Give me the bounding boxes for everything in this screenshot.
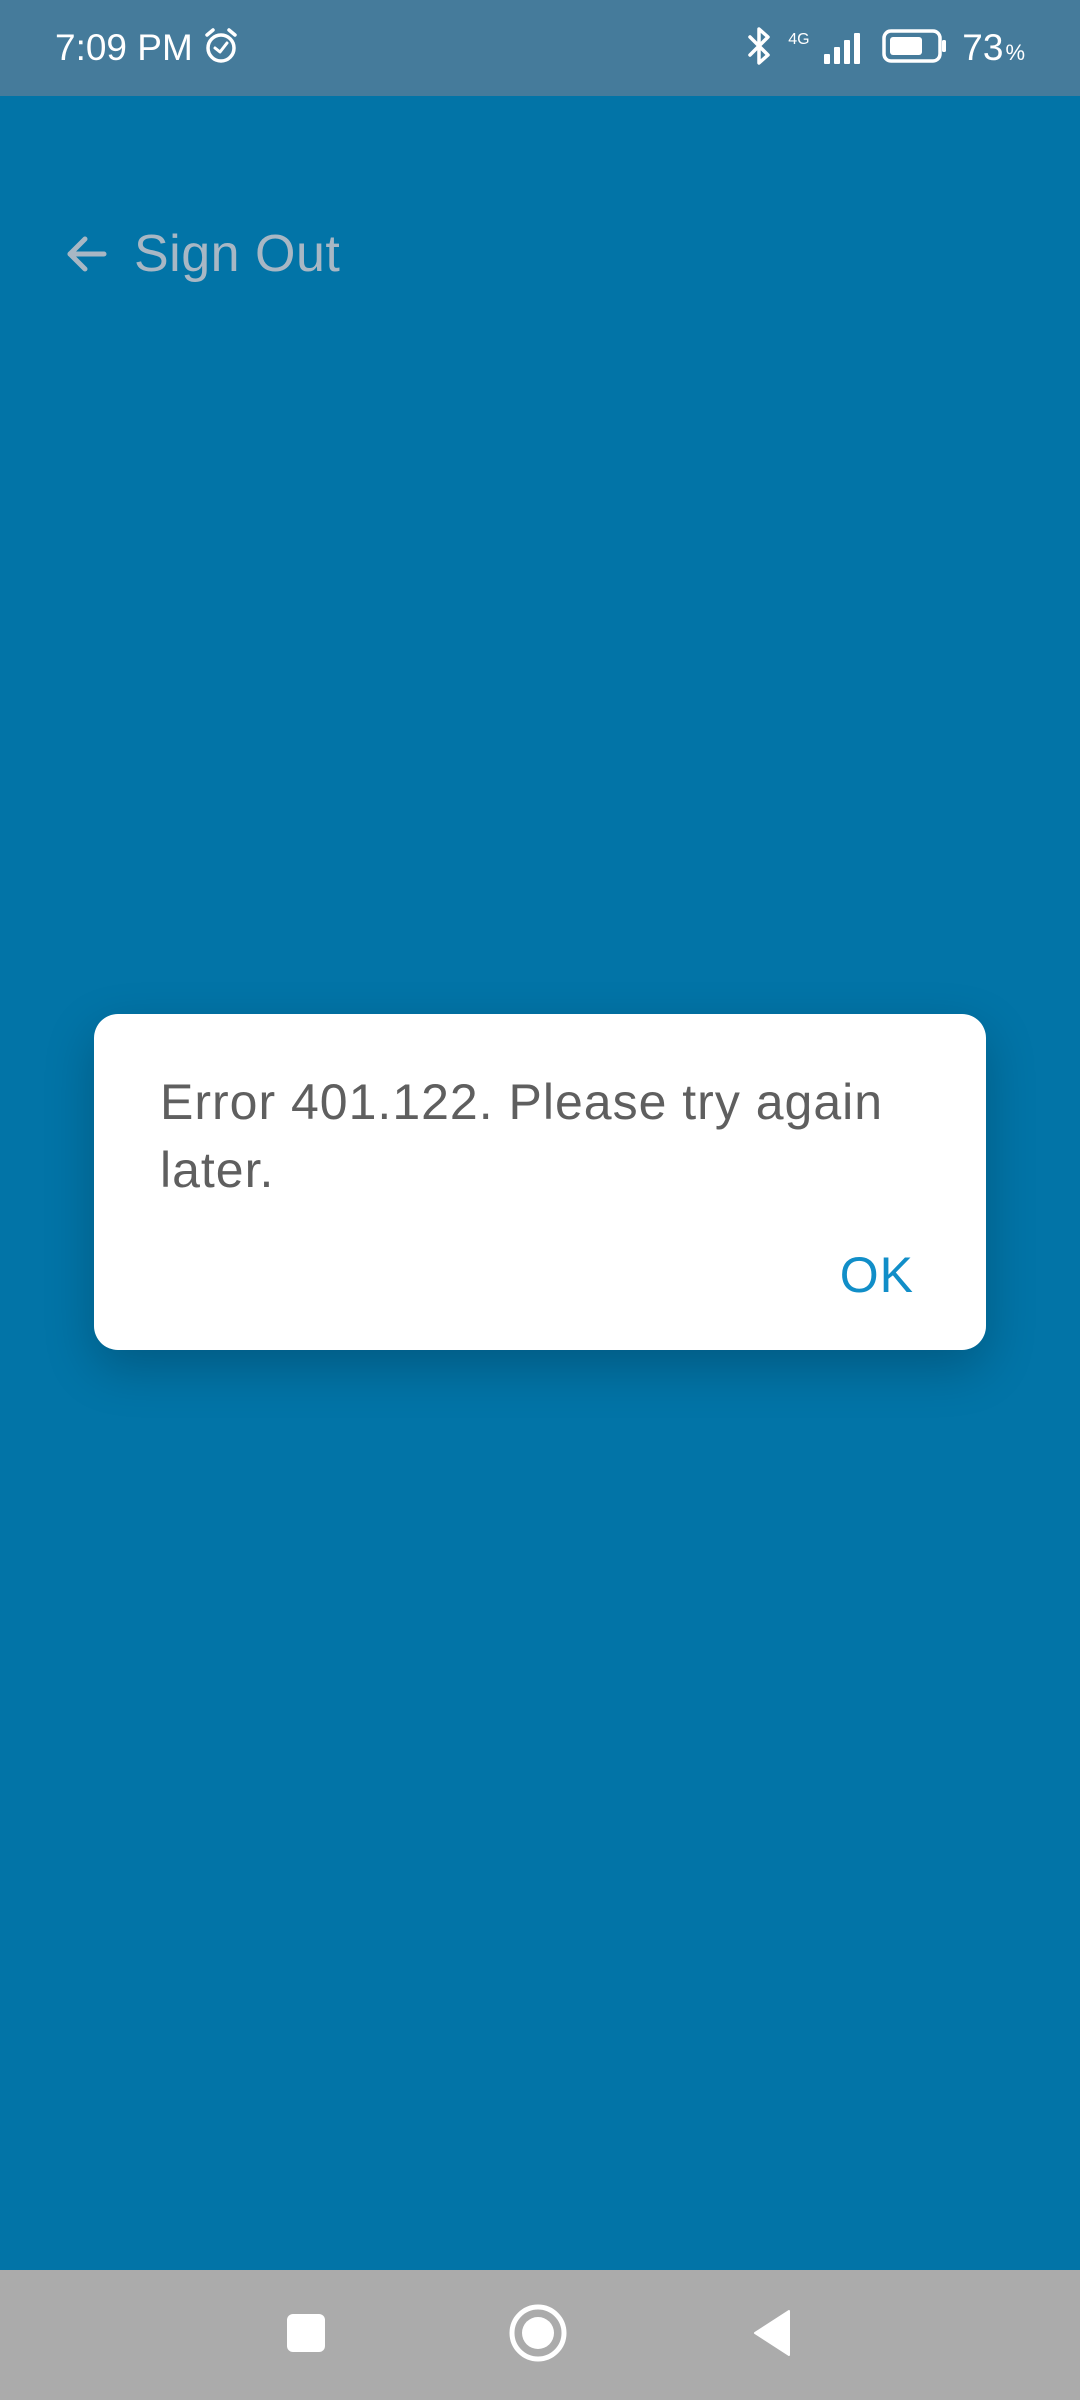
status-bar: 7:09 PM 4G 73 % <box>0 0 1080 96</box>
cell-signal-icon <box>824 28 868 69</box>
triangle-back-icon <box>749 2307 795 2364</box>
bluetooth-icon <box>744 25 774 72</box>
circle-home-icon <box>507 2302 569 2369</box>
home-button[interactable] <box>478 2270 598 2400</box>
status-time: 7:09 PM <box>55 27 193 68</box>
alarm-clock-icon <box>201 26 241 71</box>
status-left: 7:09 PM <box>55 0 241 96</box>
arrow-left-icon[interactable] <box>60 228 112 280</box>
battery-icon <box>882 28 948 68</box>
back-button[interactable] <box>712 2270 832 2400</box>
navigation-bar <box>0 2270 1080 2400</box>
ok-button[interactable]: OK <box>840 1246 914 1304</box>
network-type: 4G <box>788 31 810 48</box>
app-bar: Sign Out <box>60 218 340 290</box>
square-icon <box>284 2311 328 2360</box>
dialog-message: Error 401.122. Please try again later. <box>160 1074 884 1198</box>
recents-button[interactable] <box>246 2270 366 2400</box>
sign-out-title[interactable]: Sign Out <box>134 224 340 284</box>
status-right: 4G 73% <box>744 0 1025 96</box>
battery-percent: 73% <box>962 27 1025 68</box>
error-dialog: Error 401.122. Please try again later. O… <box>94 1014 986 1350</box>
